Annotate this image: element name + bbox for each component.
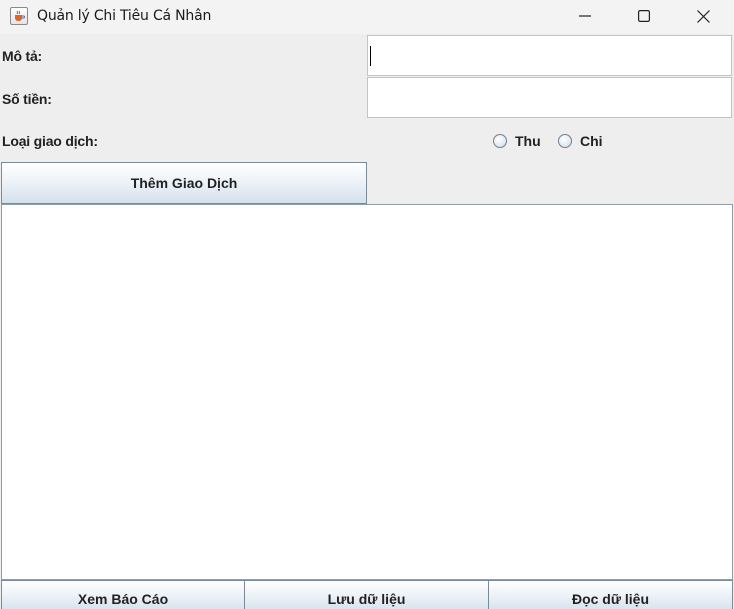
radio-income-label: Thu [515,133,541,149]
close-button[interactable] [674,0,732,32]
title-bar[interactable]: Quản lý Chi Tiêu Cá Nhân [0,0,734,34]
maximize-button[interactable] [615,0,673,32]
close-icon [696,9,710,23]
radio-unchecked-icon [493,134,507,148]
transaction-list[interactable] [1,204,733,580]
load-data-button[interactable]: Đọc dữ liệu [488,580,733,609]
radio-income[interactable]: Thu [493,133,541,149]
java-cup-icon [10,7,28,25]
radio-unchecked-icon [558,134,572,148]
description-label: Mô tả: [2,48,43,64]
save-data-button[interactable]: Lưu dữ liệu [244,580,489,609]
maximize-icon [638,10,650,22]
text-caret [370,46,371,66]
add-transaction-button[interactable]: Thêm Giao Dịch [1,162,367,204]
window-title: Quản lý Chi Tiêu Cá Nhân [37,8,212,24]
app-window: Quản lý Chi Tiêu Cá Nhân Mô tả: Số tiền:… [0,0,734,609]
amount-input[interactable] [367,77,732,118]
radio-expense[interactable]: Chi [558,133,603,149]
radio-expense-label: Chi [580,133,603,149]
transaction-type-label: Loại giao dịch: [2,133,98,149]
description-input[interactable] [367,35,732,76]
minimize-icon [579,15,591,17]
view-report-button[interactable]: Xem Báo Cáo [1,580,245,609]
minimize-button[interactable] [556,0,614,32]
amount-label: Số tiền: [2,91,52,107]
